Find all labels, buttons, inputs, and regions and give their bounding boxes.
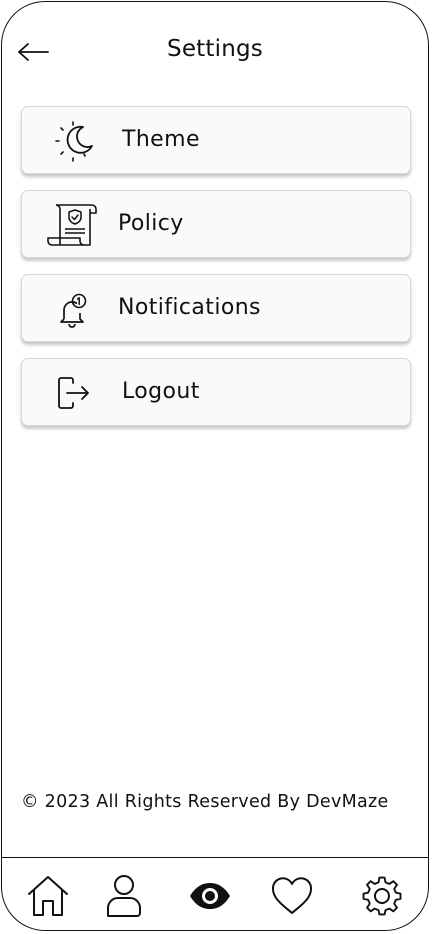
menu-item-policy[interactable]: Policy [21, 190, 411, 258]
menu-item-label: Policy [118, 211, 184, 236]
header: Settings [2, 2, 428, 102]
page-title: Settings [167, 36, 263, 62]
nav-home[interactable] [24, 872, 72, 920]
heart-icon [271, 877, 313, 914]
nav-view[interactable] [186, 872, 234, 920]
gear-icon [362, 876, 402, 916]
policy-scroll-icon [46, 201, 98, 249]
menu-item-notifications[interactable]: Notifications [21, 274, 411, 342]
eye-icon [190, 883, 230, 909]
home-icon [28, 876, 68, 916]
menu-item-label: Logout [122, 379, 200, 404]
nav-favorites[interactable] [268, 872, 316, 920]
user-icon [107, 875, 141, 917]
menu-item-logout[interactable]: Logout [21, 358, 411, 426]
nav-settings[interactable] [358, 872, 406, 920]
menu-item-label: Notifications [118, 295, 261, 320]
copyright-text: © 2023 All Rights Reserved By DevMaze [21, 792, 389, 812]
bottom-nav [2, 857, 428, 930]
bell-notification-icon [52, 287, 96, 331]
menu-item-theme[interactable]: Theme [21, 106, 411, 174]
logout-icon [52, 371, 96, 415]
moon-sun-icon [54, 119, 98, 163]
nav-profile[interactable] [100, 872, 148, 920]
menu-item-label: Theme [122, 127, 200, 152]
phone-frame: Settings Theme Policy Notifications Logo… [1, 1, 429, 931]
